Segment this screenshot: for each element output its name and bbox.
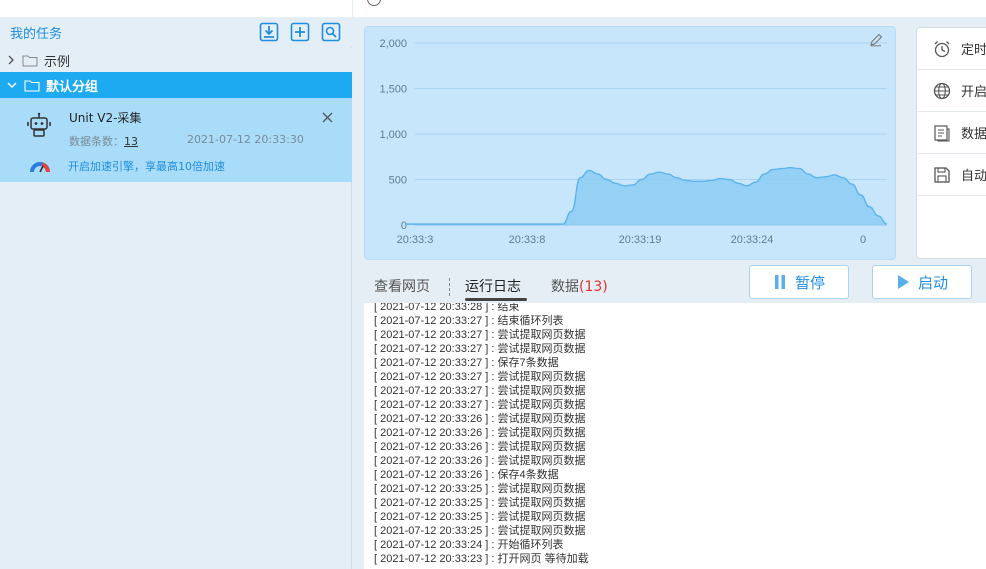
y-tick-label: 500 xyxy=(389,175,407,187)
tab-data-label: 数据 xyxy=(551,279,579,295)
log-line: [ 2021-07-12 20:33:26 ] : 尝试提取网页数据 xyxy=(374,427,586,439)
data-count-value[interactable]: 13 xyxy=(124,135,138,148)
task-panel-title: 我的任务 xyxy=(10,26,63,42)
log-line: [ 2021-07-12 20:33:26 ] : 尝试提取网页数据 xyxy=(374,441,586,453)
log-line: [ 2021-07-12 20:33:25 ] : 尝试提取网页数据 xyxy=(374,497,586,509)
robot-icon xyxy=(26,112,52,141)
chevron-down-icon xyxy=(6,80,18,90)
group-default[interactable]: 默认分组 xyxy=(0,72,352,98)
log-line: [ 2021-07-12 20:33:27 ] : 尝试提取网页数据 xyxy=(374,329,586,341)
search-task-icon[interactable] xyxy=(320,21,342,43)
log-line: [ 2021-07-12 20:33:28 ] : 结束 xyxy=(374,303,520,313)
log-line: [ 2021-07-12 20:33:27 ] : 结束循环列表 xyxy=(374,315,564,327)
task-card[interactable]: Unit V2-采集 数据条数：13 2021-07-12 20:33:30 开… xyxy=(0,98,352,182)
pause-icon xyxy=(773,274,787,290)
start-button-label: 启动 xyxy=(917,273,948,292)
y-tick-label: 0 xyxy=(401,220,407,232)
run-log: [ 2021-07-12 20:33:28 ] : 结束 [ 2021-07-12… xyxy=(364,303,986,569)
task-panel-header: 我的任务 xyxy=(0,17,352,47)
tab-data[interactable]: 数据(13) xyxy=(551,276,608,296)
action-data[interactable]: 数据 xyxy=(917,112,986,154)
group-example-label: 示例 xyxy=(44,54,71,70)
task-time: 2021-07-12 20:33:30 xyxy=(187,133,304,146)
log-line: [ 2021-07-12 20:33:27 ] : 保存7条数据 xyxy=(374,357,559,369)
log-line: [ 2021-07-12 20:33:27 ] : 尝试提取网页数据 xyxy=(374,371,586,383)
add-task-icon[interactable] xyxy=(289,21,311,43)
x-tick-label: 0 xyxy=(860,234,866,246)
y-tick-label: 1,000 xyxy=(379,129,407,141)
action-schedule-label: 定时 xyxy=(961,43,986,58)
tab-active-indicator xyxy=(465,298,527,301)
save-icon xyxy=(933,165,951,185)
tab-data-count: (13) xyxy=(579,279,608,295)
data-count-label: 数据条数： xyxy=(69,135,124,148)
log-line: [ 2021-07-12 20:33:23 ] : 打开网页 等待加载 xyxy=(374,553,589,565)
action-schedule[interactable]: 定时 xyxy=(917,28,986,70)
log-line: [ 2021-07-12 20:33:27 ] : 尝试提取网页数据 xyxy=(374,399,586,411)
group-default-label: 默认分组 xyxy=(46,79,99,95)
action-auto-label: 自动 xyxy=(961,169,986,184)
pause-button[interactable]: 暂停 xyxy=(749,265,849,299)
action-open[interactable]: 开启 xyxy=(917,70,986,112)
data-count: 数据条数：13 xyxy=(69,133,138,149)
panel-top-strip xyxy=(0,0,352,17)
tab-run-log[interactable]: 运行日志 xyxy=(465,276,521,296)
folder-icon xyxy=(22,54,38,67)
pause-button-label: 暂停 xyxy=(794,273,825,292)
y-tick-label: 1,500 xyxy=(379,84,407,96)
log-line: [ 2021-07-12 20:33:27 ] : 尝试提取网页数据 xyxy=(374,385,586,397)
main-top-strip xyxy=(353,0,986,17)
play-icon xyxy=(896,274,910,290)
speed-gauge-icon xyxy=(30,158,50,177)
log-lines: [ 2021-07-12 20:33:28 ] : 结束 [ 2021-07-12… xyxy=(374,303,589,566)
action-open-label: 开启 xyxy=(961,85,986,100)
accelerate-link[interactable]: 开启加速引擎，享最高10倍加速 xyxy=(68,158,225,174)
close-icon[interactable] xyxy=(322,111,333,127)
task-panel: 我的任务 示例 默认分组 Unit V2-采集 数据条数：13 2021-07-… xyxy=(0,0,352,569)
chevron-right-icon xyxy=(6,54,16,66)
x-tick-label: 20:33:19 xyxy=(619,234,662,246)
alarm-clock-icon xyxy=(933,39,951,59)
y-tick-label: 2,000 xyxy=(379,38,407,50)
action-data-label: 数据 xyxy=(961,127,986,142)
import-icon[interactable] xyxy=(258,21,280,43)
action-panel: 定时 开启 数据 自动 xyxy=(916,27,986,259)
action-auto[interactable]: 自动 xyxy=(917,154,986,196)
task-name: Unit V2-采集 xyxy=(69,111,142,125)
log-tabs: 查看网页 运行日志 数据(13) xyxy=(364,272,744,302)
log-line: [ 2021-07-12 20:33:26 ] : 尝试提取网页数据 xyxy=(374,413,586,425)
log-line: [ 2021-07-12 20:33:25 ] : 尝试提取网页数据 xyxy=(374,525,586,537)
tab-view-webpage[interactable]: 查看网页 xyxy=(374,276,430,296)
x-tick-label: 20:33:24 xyxy=(731,234,774,246)
x-tick-label: 20:33:3 xyxy=(397,234,434,246)
x-tick-label: 20:33:8 xyxy=(509,234,546,246)
speed-chart: 2,000 1,500 1,000 500 0 20:33:3 20:33:8 20:33:1… xyxy=(364,26,896,260)
start-button[interactable]: 启动 xyxy=(872,265,972,299)
globe-icon xyxy=(933,81,951,101)
log-line: [ 2021-07-12 20:33:24 ] : 开始循环列表 xyxy=(374,539,564,551)
log-line: [ 2021-07-12 20:33:25 ] : 尝试提取网页数据 xyxy=(374,511,586,523)
speed-chart-svg: 2,000 1,500 1,000 500 0 20:33:3 20:33:8 20:33:1… xyxy=(379,38,888,246)
tab-divider xyxy=(449,278,450,296)
log-line: [ 2021-07-12 20:33:27 ] : 尝试提取网页数据 xyxy=(374,343,586,355)
log-line: [ 2021-07-12 20:33:26 ] : 保存4条数据 xyxy=(374,469,559,481)
edit-icon[interactable] xyxy=(869,33,883,50)
log-line: [ 2021-07-12 20:33:26 ] : 尝试提取网页数据 xyxy=(374,455,586,467)
group-example[interactable]: 示例 xyxy=(0,48,352,72)
log-line: [ 2021-07-12 20:33:25 ] : 尝试提取网页数据 xyxy=(374,483,586,495)
data-list-icon xyxy=(933,123,951,143)
folder-icon xyxy=(24,79,40,92)
